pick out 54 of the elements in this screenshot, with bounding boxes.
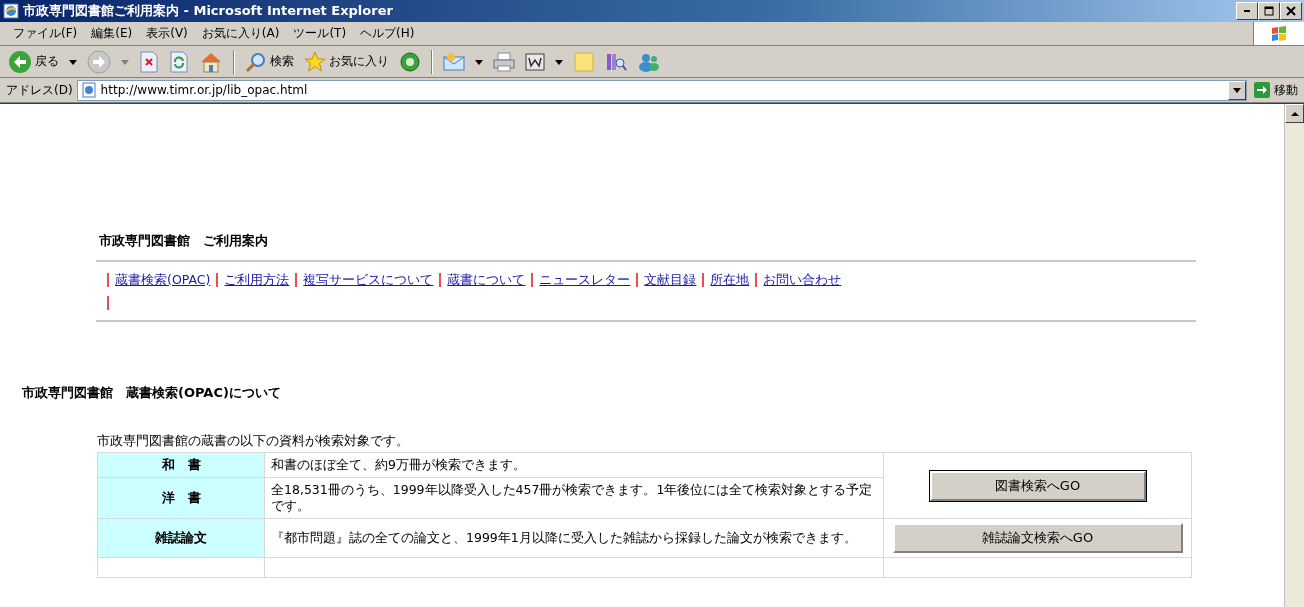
media-icon[interactable] bbox=[399, 50, 421, 73]
nav-link[interactable]: ニュースレター bbox=[539, 272, 631, 288]
minimize-button[interactable] bbox=[1236, 2, 1258, 20]
category-cell: 雑誌論文 bbox=[97, 518, 265, 558]
caret-icon[interactable] bbox=[475, 57, 483, 66]
menu-item[interactable]: お気に入り(A) bbox=[194, 23, 287, 44]
menu-item[interactable]: ファイル(F) bbox=[6, 23, 85, 44]
category-cell: 洋 書 bbox=[97, 477, 265, 519]
scrollbar[interactable] bbox=[1284, 104, 1304, 607]
caret-icon[interactable] bbox=[69, 57, 77, 66]
page-icon bbox=[80, 82, 97, 98]
nav-link[interactable]: お問い合わせ bbox=[763, 272, 842, 288]
page-heading: 市政専門図書館 ご利用案内 bbox=[99, 232, 269, 250]
search-go-button[interactable]: 雑誌論文検索へGO bbox=[892, 523, 1183, 553]
nav-link[interactable]: ご利用方法 bbox=[224, 272, 290, 288]
printer-icon[interactable] bbox=[493, 51, 515, 72]
nav-link[interactable]: 蔵書について bbox=[447, 272, 526, 288]
search-icon bbox=[245, 50, 267, 73]
minimize-icon bbox=[1244, 10, 1250, 12]
close-icon bbox=[1286, 6, 1296, 16]
windows-flag-icon bbox=[1269, 24, 1289, 43]
caret-icon[interactable] bbox=[555, 57, 563, 66]
category-cell: 和 書 bbox=[97, 452, 265, 478]
address-field[interactable]: http://www.timr.or.jp/lib_opac.html bbox=[76, 79, 1247, 101]
description-cell: 和書のほぼ全て、約9万冊が検索できます。 bbox=[264, 452, 884, 478]
back-button[interactable]: 戻る bbox=[8, 49, 59, 74]
scroll-up-icon[interactable] bbox=[1290, 110, 1299, 117]
menu-item[interactable]: ヘルプ(H) bbox=[353, 23, 422, 44]
nav-link[interactable]: 文献目録 bbox=[644, 272, 697, 288]
maximize-button[interactable] bbox=[1258, 2, 1280, 20]
intro-text: 市政専門図書館の蔵書の以下の資料が検索対象です。 bbox=[97, 432, 410, 450]
section-title: 市政専門図書館 蔵書検索(OPAC)について bbox=[22, 384, 282, 402]
browser-icon bbox=[3, 3, 19, 19]
go-button[interactable]: 移動 bbox=[1251, 81, 1304, 99]
address-label: アドレス(D) bbox=[6, 81, 73, 99]
menu-item[interactable]: ツール(T) bbox=[286, 23, 354, 44]
stop-icon[interactable] bbox=[139, 50, 159, 73]
home-icon[interactable] bbox=[199, 50, 223, 73]
search-button[interactable]: 検索 bbox=[245, 50, 294, 73]
nav-link[interactable]: 複写サービスについて bbox=[303, 272, 434, 288]
menu-item[interactable]: 編集(E) bbox=[84, 23, 140, 44]
favorites-button[interactable]: お気に入り bbox=[304, 50, 389, 73]
star-icon bbox=[304, 50, 326, 73]
window-title: 市政専門図書館ご利用案内 - Microsoft Internet Explorer bbox=[23, 2, 394, 20]
word-document-icon[interactable] bbox=[525, 52, 545, 71]
close-button[interactable] bbox=[1280, 2, 1302, 20]
nav-link[interactable]: 蔵書検索(OPAC) bbox=[115, 272, 211, 288]
description-cell: 『都市問題』誌の全ての論文と、1999年1月以降に受入した雑誌から採録した論文が検索できます。 bbox=[264, 518, 884, 558]
nav-link[interactable]: 所在地 bbox=[710, 272, 750, 288]
search-go-button[interactable]: 図書検索へGO bbox=[929, 470, 1146, 501]
refresh-icon[interactable] bbox=[169, 50, 189, 73]
dropdown-caret-icon[interactable] bbox=[1233, 86, 1241, 94]
maximize-icon bbox=[1264, 6, 1274, 16]
menu-item[interactable]: 表示(V) bbox=[139, 23, 195, 44]
